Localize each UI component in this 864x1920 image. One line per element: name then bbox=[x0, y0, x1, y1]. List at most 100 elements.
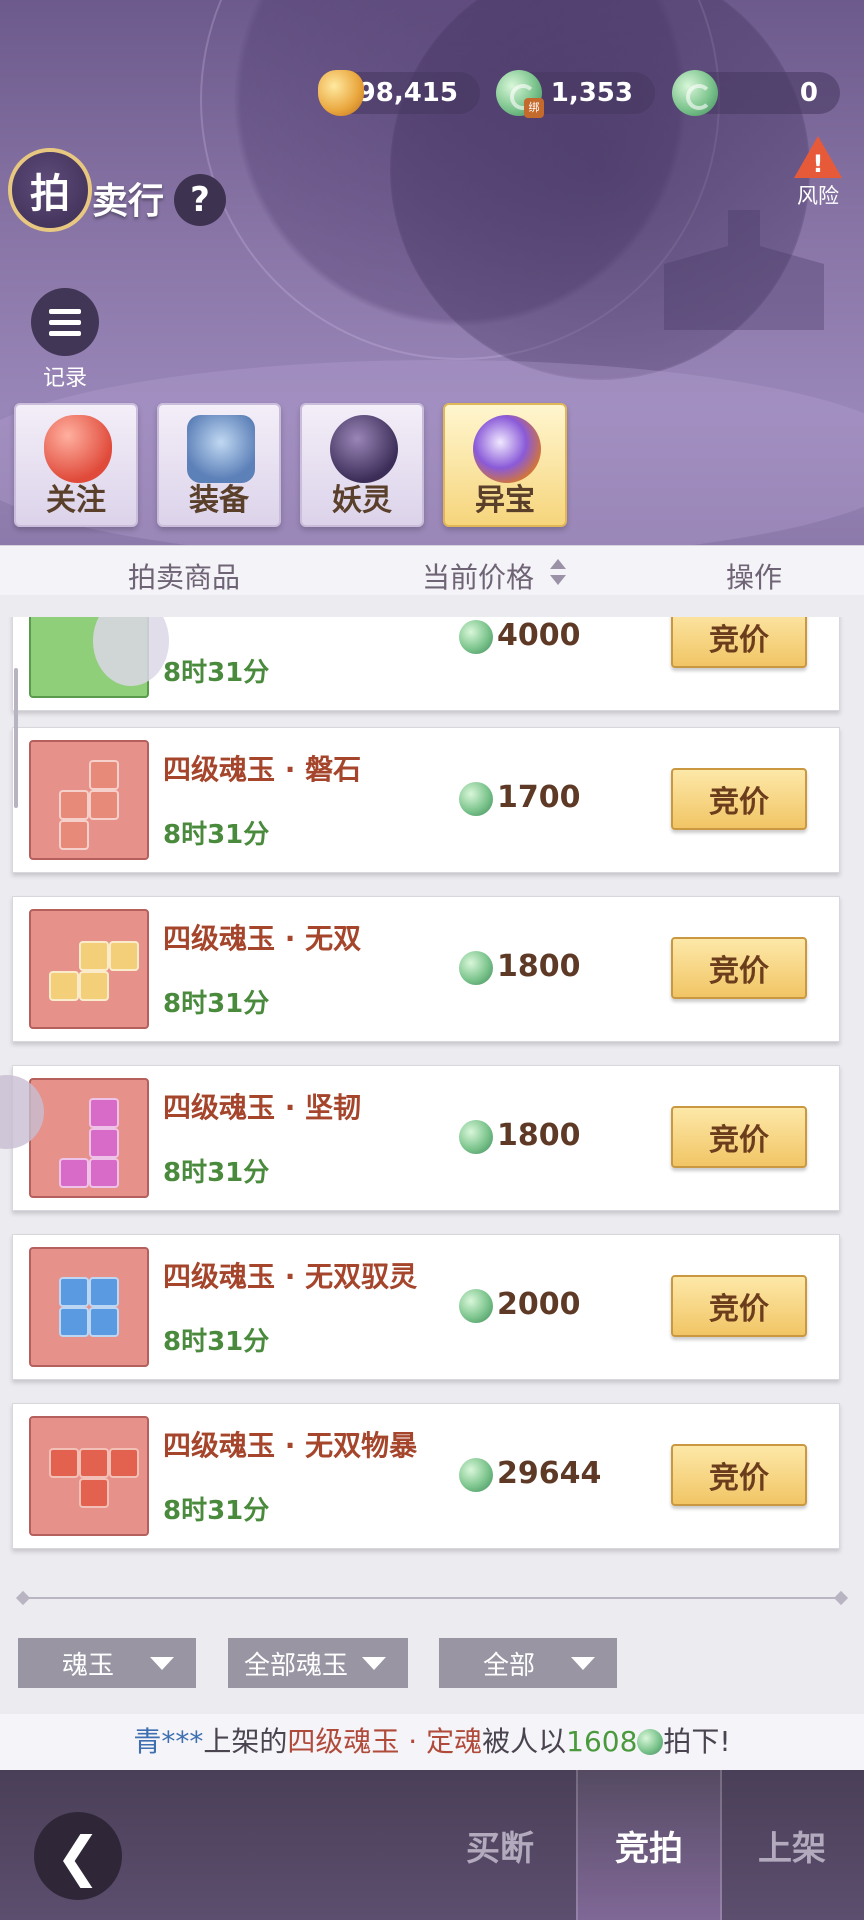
filter-range-dropdown[interactable]: 全部 bbox=[439, 1638, 617, 1688]
gold-amount: 98,415 bbox=[357, 78, 458, 108]
item-price: 2000 bbox=[497, 1287, 581, 1322]
bid-button[interactable]: 竞价 bbox=[671, 768, 807, 830]
item-time: 8时31分 bbox=[163, 658, 270, 688]
jade-icon bbox=[459, 1458, 493, 1492]
table-row[interactable]: 四级魂玉 · 坚韧 8时31分 1800 竞价 bbox=[12, 1065, 840, 1211]
jade-piece bbox=[89, 1128, 119, 1158]
jade-piece bbox=[79, 971, 109, 1001]
risk-label: 风险 bbox=[797, 184, 839, 208]
warning-icon: ! bbox=[794, 136, 842, 178]
jade-icon bbox=[459, 620, 493, 654]
list-icon bbox=[31, 288, 99, 356]
jade-icon bbox=[672, 70, 718, 116]
chevron-down-icon bbox=[571, 1657, 595, 1670]
risk-button[interactable]: ! 风险 bbox=[790, 136, 846, 210]
tab-treasure[interactable]: 异宝 bbox=[443, 403, 567, 527]
bid-button[interactable]: 竞价 bbox=[671, 937, 807, 999]
tab-list-item[interactable]: 上架 bbox=[722, 1770, 862, 1920]
jade-piece bbox=[59, 1277, 89, 1307]
jade-piece bbox=[89, 1277, 119, 1307]
table-header: 拍卖商品 当前价格 操作 bbox=[0, 545, 864, 595]
header-operation: 操作 bbox=[726, 561, 783, 594]
table-row[interactable]: 四级魂玉 · 磐石 8时31分 1700 竞价 bbox=[12, 727, 840, 873]
jade-piece bbox=[89, 1158, 119, 1188]
filter-range-value: 全部 bbox=[483, 1650, 536, 1681]
record-button[interactable]: 记录 bbox=[30, 288, 100, 392]
filter-subtype-dropdown[interactable]: 全部魂玉 bbox=[228, 1638, 408, 1688]
bid-button[interactable]: 竞价 bbox=[671, 617, 807, 668]
bid-button[interactable]: 竞价 bbox=[671, 1275, 807, 1337]
jade-piece bbox=[79, 1448, 109, 1478]
jade-piece bbox=[89, 1307, 119, 1337]
record-label: 记录 bbox=[42, 366, 87, 391]
item-name: 四级魂玉 · 无双 bbox=[163, 922, 362, 955]
item-time: 8时31分 bbox=[163, 820, 270, 850]
news-ticker: 青***上架的四级魂玉 · 定魂被人以1608 拍下! bbox=[0, 1714, 864, 1770]
tab-spirit[interactable]: 妖灵 bbox=[300, 403, 424, 527]
item-time: 8时31分 bbox=[163, 989, 270, 1019]
jade-amount: 0 bbox=[799, 78, 818, 108]
tab-treasure-label: 异宝 bbox=[475, 483, 535, 518]
jade-piece bbox=[79, 941, 109, 971]
item-price: 1800 bbox=[497, 1118, 581, 1153]
jade-piece bbox=[79, 1478, 109, 1508]
ticker-item: 四级魂玉 · 定魂 bbox=[287, 1725, 483, 1758]
item-name: 四级魂玉 · 无双驭灵 bbox=[163, 1260, 418, 1293]
item-price: 29644 bbox=[497, 1456, 602, 1491]
tab-auction[interactable]: 竞拍 bbox=[576, 1770, 722, 1920]
table-row[interactable]: 四级魂玉 · 无双物暴 8时31分 29644 竞价 bbox=[12, 1403, 840, 1549]
item-name: 四级魂玉 · 无双物暴 bbox=[163, 1429, 418, 1462]
jade-piece bbox=[89, 760, 119, 790]
auction-list[interactable]: 8时31分 4000 竞价 四级魂玉 · 磐石 8时31分 1700 竞价 四级… bbox=[0, 617, 864, 1557]
help-button[interactable]: ? bbox=[174, 174, 226, 226]
back-arrow-icon[interactable]: ❮ bbox=[34, 1812, 122, 1900]
jade-icon bbox=[459, 782, 493, 816]
item-name: 四级魂玉 · 坚韧 bbox=[163, 1091, 362, 1124]
ticker-text-3: 拍下! bbox=[663, 1725, 731, 1758]
bid-button[interactable]: 竞价 bbox=[671, 1106, 807, 1168]
jade-piece bbox=[89, 790, 119, 820]
header-item: 拍卖商品 bbox=[128, 561, 241, 594]
item-thumbnail bbox=[29, 1078, 149, 1198]
filter-type-dropdown[interactable]: 魂玉 bbox=[18, 1638, 196, 1688]
table-row[interactable]: 8时31分 4000 竞价 bbox=[12, 617, 840, 711]
jade-piece bbox=[109, 941, 139, 971]
table-row[interactable]: 四级魂玉 · 无双驭灵 8时31分 2000 竞价 bbox=[12, 1234, 840, 1380]
bound-tag: 绑 bbox=[524, 98, 544, 118]
bound-jade-amount: 1,353 bbox=[550, 78, 633, 108]
item-thumbnail bbox=[29, 909, 149, 1029]
title-badge: 拍 bbox=[8, 148, 92, 232]
list-divider bbox=[22, 1597, 842, 1599]
tab-follow-label: 关注 bbox=[46, 483, 106, 518]
ticker-user: 青*** bbox=[133, 1725, 204, 1758]
tab-equipment-label: 装备 bbox=[189, 483, 249, 518]
item-time: 8时31分 bbox=[163, 1496, 270, 1526]
jade-icon bbox=[459, 1120, 493, 1154]
spirit-orb-icon bbox=[330, 415, 398, 483]
item-price: 4000 bbox=[497, 618, 581, 653]
item-thumbnail bbox=[29, 1247, 149, 1367]
table-row[interactable]: 四级魂玉 · 无双 8时31分 1800 竞价 bbox=[12, 896, 840, 1042]
treasure-orb-icon bbox=[473, 415, 541, 483]
tab-spirit-label: 妖灵 bbox=[332, 483, 392, 518]
filter-type-value: 魂玉 bbox=[62, 1650, 115, 1681]
sort-icon[interactable] bbox=[550, 559, 566, 585]
jade-icon bbox=[637, 1729, 664, 1755]
item-price: 1700 bbox=[497, 780, 581, 815]
bid-button[interactable]: 竞价 bbox=[671, 1444, 807, 1506]
item-time: 8时31分 bbox=[163, 1158, 270, 1188]
tab-equipment[interactable]: 装备 bbox=[157, 403, 281, 527]
scrollbar[interactable] bbox=[14, 668, 18, 808]
tab-follow[interactable]: 关注 bbox=[14, 403, 138, 527]
chevron-down-icon bbox=[150, 1657, 174, 1670]
item-thumbnail bbox=[29, 740, 149, 860]
jade-piece bbox=[59, 790, 89, 820]
item-thumbnail bbox=[29, 1416, 149, 1536]
gold-ingot-icon bbox=[318, 70, 364, 116]
header-price[interactable]: 当前价格 bbox=[422, 556, 534, 596]
tab-buyout[interactable]: 买断 bbox=[430, 1770, 570, 1920]
jade-piece bbox=[49, 1448, 79, 1478]
filter-subtype-value: 全部魂玉 bbox=[244, 1650, 349, 1681]
ticker-text-2: 被人以 bbox=[482, 1725, 567, 1758]
bottom-bar: ❮ 买断 竞拍 上架 bbox=[0, 1770, 864, 1920]
